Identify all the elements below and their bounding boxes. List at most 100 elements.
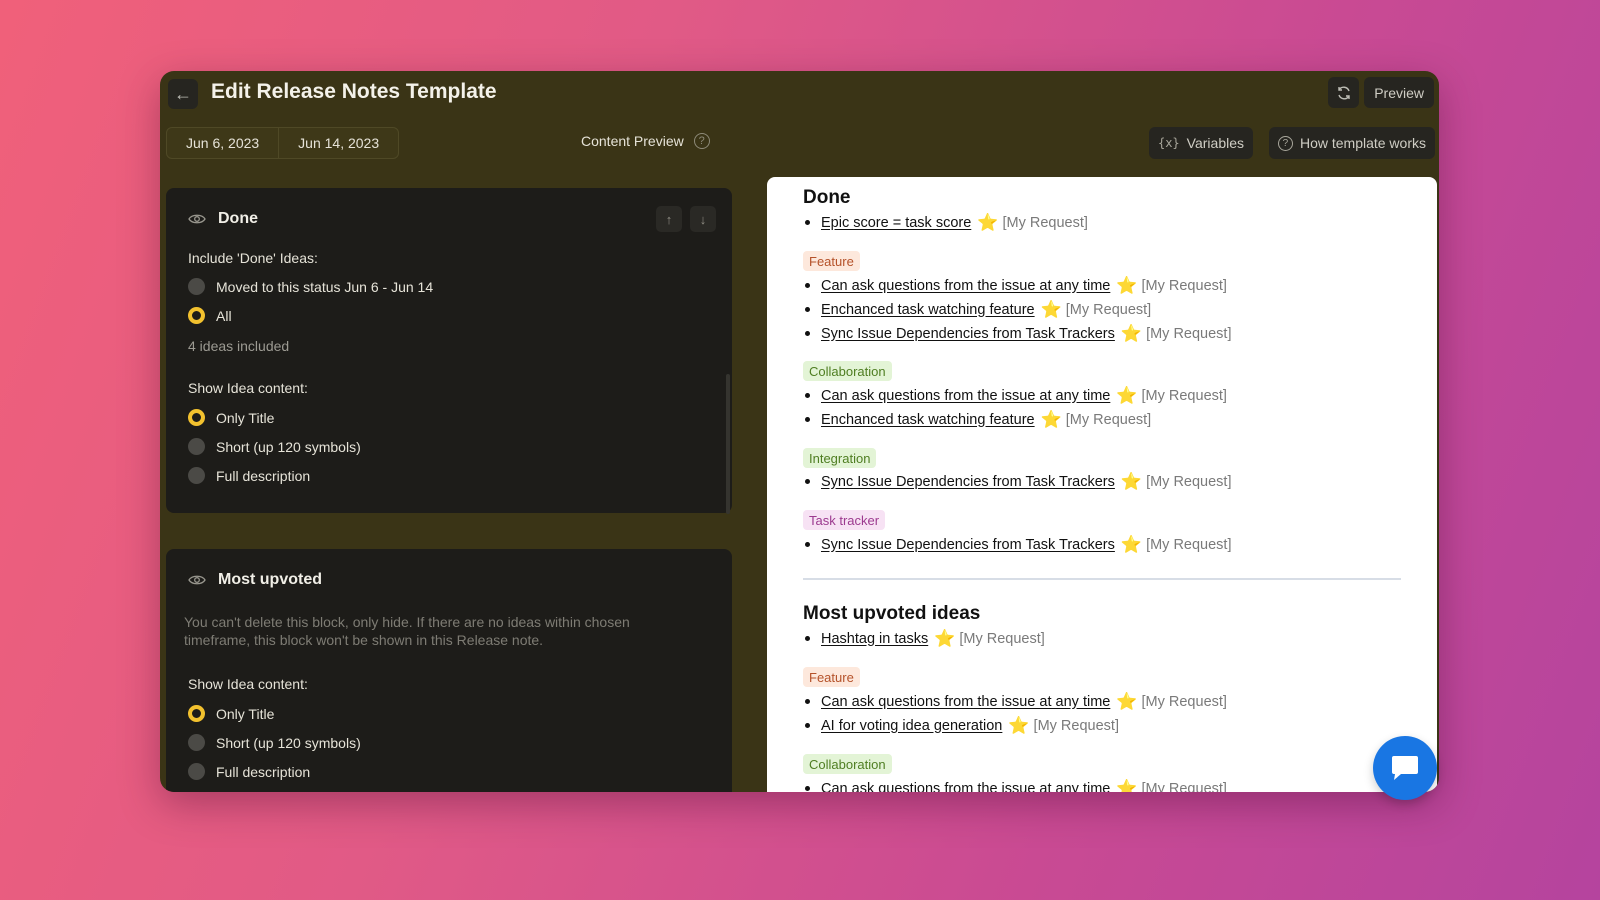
radio-selected-icon: [188, 705, 205, 722]
request-label: [My Request]: [1141, 387, 1227, 404]
most-upvoted-title: Most upvoted: [218, 571, 322, 588]
star-icon: ⭐: [1008, 716, 1030, 735]
bullet: [805, 220, 810, 225]
include-option-moved-label: Moved to this status Jun 6 - Jun 14: [216, 278, 434, 295]
idea-link[interactable]: Sync Issue Dependencies from Task Tracke…: [821, 326, 1115, 342]
refresh-button[interactable]: [1328, 77, 1359, 108]
arrow-down-icon: ↓: [699, 211, 707, 227]
idea-link[interactable]: Hashtag in tasks: [821, 631, 928, 647]
star-icon: ⭐: [1120, 324, 1143, 343]
idea-link[interactable]: Enchanced task watching feature: [821, 412, 1035, 428]
move-up-button[interactable]: ↑: [656, 206, 682, 232]
radio-selected-icon: [188, 307, 205, 324]
content-option-only-title[interactable]: Only Title: [188, 409, 274, 426]
most-upvoted-block-card: Most upvoted You can't delete this block…: [166, 549, 732, 792]
star-icon: ⭐: [1116, 386, 1138, 405]
bullet: [805, 331, 810, 336]
release-notes-preview-panel: Done Epic score = task score ⭐ [My Request…: [767, 177, 1437, 792]
bullet: [805, 542, 810, 547]
bullet: [805, 393, 810, 398]
request-label: [My Request]: [1065, 411, 1152, 428]
done-block-title: Done: [218, 210, 258, 227]
how-template-works-button[interactable]: ? How template works: [1268, 127, 1435, 159]
request-label: [My Request]: [1002, 214, 1088, 231]
list-item: Hashtag in tasks ⭐ [My Request]: [805, 630, 1045, 647]
help-icon[interactable]: ?: [693, 133, 710, 149]
back-arrow-icon: ←: [174, 83, 192, 104]
chat-support-button[interactable]: [1373, 736, 1437, 800]
start-date-field[interactable]: Jun 6, 2023: [167, 128, 278, 158]
end-date-field[interactable]: Jun 14, 2023: [278, 128, 398, 158]
tag-collaboration: Collaboration: [803, 754, 892, 774]
idea-link[interactable]: AI for voting idea generation: [821, 718, 1002, 734]
title-bar: ← Edit Release Notes Template Preview: [160, 71, 1439, 115]
include-option-all[interactable]: All: [188, 307, 232, 324]
variables-button[interactable]: {x} Variables: [1148, 127, 1253, 159]
content-option-full-label: Full description: [216, 467, 311, 484]
idea-link[interactable]: Can ask questions from the issue at any …: [821, 388, 1110, 404]
content-preview-text: Content Preview: [581, 133, 684, 149]
star-icon: ⭐: [1120, 472, 1143, 491]
content-option-only-title-label: Only Title: [216, 409, 275, 426]
request-label: [My Request]: [1141, 693, 1227, 710]
list-item: Enchanced task watching feature ⭐ [My Requ…: [805, 411, 1151, 428]
content-option-short[interactable]: Short (up 120 symbols): [188, 438, 361, 455]
tag-integration: Integration: [803, 448, 877, 468]
list-item: Enchanced task watching feature ⭐ [My Requ…: [805, 301, 1151, 318]
request-label: [My Request]: [1141, 780, 1227, 793]
bullet: [805, 636, 810, 641]
preview-button[interactable]: Preview: [1364, 77, 1434, 108]
bullet: [805, 283, 810, 288]
bullet: [805, 699, 810, 704]
idea-link[interactable]: Can ask questions from the issue at any …: [821, 694, 1110, 710]
page-title: Edit Release Notes Template: [211, 80, 497, 103]
back-button[interactable]: ←: [168, 79, 198, 109]
how-template-works-label: How template works: [1299, 135, 1426, 151]
chat-icon: [1392, 756, 1418, 780]
star-icon: ⭐: [1040, 410, 1062, 429]
show-content-label: Show Idea content:: [188, 380, 308, 396]
request-label: [My Request]: [959, 630, 1045, 647]
scrollbar[interactable]: [726, 374, 730, 514]
done-block-card: Done ↑ ↓ Include 'Done' Ideas: Moved to …: [166, 188, 732, 514]
idea-link[interactable]: Sync Issue Dependencies from Task Tracke…: [821, 474, 1115, 490]
request-label: [My Request]: [1146, 473, 1232, 490]
idea-link[interactable]: Sync Issue Dependencies from Task Tracke…: [821, 537, 1115, 553]
eye-icon[interactable]: [188, 213, 206, 225]
content-option-only-title[interactable]: Only Title: [188, 705, 274, 722]
list-item: Sync Issue Dependencies from Task Tracke…: [805, 325, 1231, 342]
show-content-label: Show Idea content:: [188, 676, 308, 692]
request-label: [My Request]: [1033, 717, 1119, 734]
content-preview-label: Content Preview ?: [581, 133, 710, 149]
content-option-short[interactable]: Short (up 120 symbols): [188, 734, 361, 751]
preview-upvoted-heading: Most upvoted ideas: [803, 603, 981, 624]
move-down-button[interactable]: ↓: [690, 206, 716, 232]
star-icon: ⭐: [1116, 692, 1138, 711]
section-divider: [803, 578, 1401, 580]
content-option-full-label: Full description: [216, 763, 311, 780]
bullet: [805, 479, 810, 484]
tag-collaboration: Collaboration: [803, 361, 892, 381]
star-icon: ⭐: [1120, 535, 1143, 554]
star-icon: ⭐: [1116, 276, 1138, 295]
refresh-icon: [1337, 86, 1350, 99]
include-done-label: Include 'Done' Ideas:: [188, 250, 318, 266]
idea-link[interactable]: Enchanced task watching feature: [821, 302, 1035, 318]
idea-link[interactable]: Can ask questions from the issue at any …: [821, 781, 1110, 793]
radio-icon: [188, 763, 205, 780]
idea-link[interactable]: Epic score = task score: [821, 215, 971, 231]
radio-icon: [188, 438, 205, 455]
star-icon: ⭐: [934, 629, 956, 648]
arrow-up-icon: ↑: [665, 211, 673, 227]
request-label: [My Request]: [1065, 301, 1152, 318]
list-item: Can ask questions from the issue at any …: [805, 277, 1227, 294]
content-option-full[interactable]: Full description: [188, 467, 310, 484]
preview-done-heading: Done: [803, 187, 851, 208]
content-option-full[interactable]: Full description: [188, 763, 310, 780]
idea-link[interactable]: Can ask questions from the issue at any …: [821, 278, 1110, 294]
eye-icon[interactable]: [188, 574, 206, 586]
include-option-moved[interactable]: Moved to this status Jun 6 - Jun 14: [188, 278, 433, 295]
list-item: AI for voting idea generation ⭐ [My Reques…: [805, 717, 1119, 734]
bullet: [805, 417, 810, 422]
content-option-only-title-label: Only Title: [216, 705, 275, 722]
